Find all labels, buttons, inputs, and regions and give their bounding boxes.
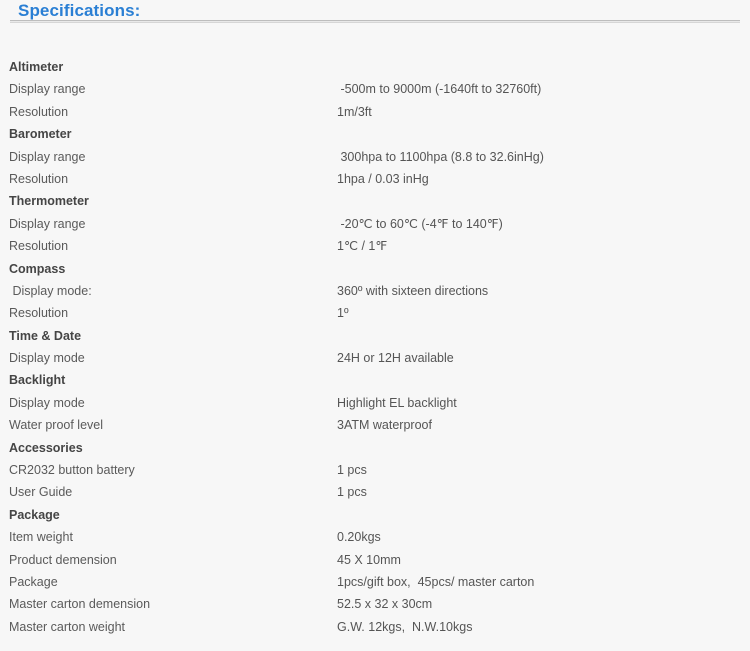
page-title: Specifications:: [18, 1, 141, 20]
spec-item-row: Display mode 24H or 12H available: [0, 347, 750, 369]
spec-item-value: 1hpa / 0.03 inHg: [337, 171, 429, 186]
spec-section-label: Time & Date: [9, 328, 82, 343]
spec-section-label: Barometer: [9, 127, 72, 142]
specifications-table: Altimeter Display range -500m to 9000m (-…: [0, 56, 750, 638]
spec-item-row: Display range 300hpa to 1100hpa (8.8 to …: [0, 146, 750, 168]
spec-item-value: 360º with sixteen directions: [337, 283, 489, 298]
spec-item-label: Display range: [9, 149, 86, 164]
spec-item-value: 1℃ / 1℉: [337, 239, 388, 254]
spec-item-label: Resolution: [9, 239, 69, 254]
spec-item-label: Display range: [9, 82, 86, 97]
spec-item-value: -500m to 9000m (-1640ft to 32760ft): [337, 82, 542, 97]
spec-section-label: Backlight: [9, 373, 66, 388]
spec-item-value: 1º: [337, 306, 349, 321]
spec-section-row: Thermometer: [0, 190, 750, 212]
spec-section-row: Barometer: [0, 123, 750, 145]
spec-item-label: Package: [9, 574, 58, 589]
spec-item-value: 1 pcs: [337, 485, 367, 500]
spec-item-row: Product demension 45 X 10mm: [0, 549, 750, 571]
spec-item-row: Display range -20℃ to 60℃ (-4℉ to 140℉): [0, 213, 750, 235]
spec-item-value: 3ATM waterproof: [337, 418, 432, 433]
spec-item-row: Water proof level 3ATM waterproof: [0, 414, 750, 436]
spec-item-label: Resolution: [9, 104, 69, 119]
spec-item-row: Resolution 1hpa / 0.03 inHg: [0, 168, 750, 190]
spec-section-label: Altimeter: [9, 60, 64, 74]
spec-item-label: Display mode:: [9, 283, 92, 298]
spec-section-label: Package: [9, 507, 60, 522]
spec-item-row: Resolution 1m/3ft: [0, 101, 750, 123]
spec-section-row: Backlight: [0, 369, 750, 391]
spec-item-value: 52.5 x 32 x 30cm: [337, 597, 433, 612]
spec-section-row: Package: [0, 504, 750, 526]
spec-item-label: Resolution: [9, 171, 69, 186]
spec-item-row: Resolution 1º: [0, 302, 750, 324]
spec-item-label: Display range: [9, 216, 86, 231]
spec-item-label: Display mode: [9, 351, 85, 366]
spec-item-row: Display mode: 360º with sixteen direction…: [0, 280, 750, 302]
spec-item-value: -20℃ to 60℃ (-4℉ to 140℉): [337, 216, 503, 231]
spec-item-value: 45 X 10mm: [337, 552, 401, 567]
spec-item-label: Master carton demension: [9, 597, 151, 612]
spec-item-value: 1pcs/gift box, 45pcs/ master carton: [337, 574, 535, 589]
spec-item-label: CR2032 button battery: [9, 463, 135, 478]
spec-item-row: Master carton demension 52.5 x 32 x 30cm: [0, 593, 750, 615]
spec-item-label: Master carton weight: [9, 619, 126, 634]
spec-item-value: 1m/3ft: [337, 104, 372, 119]
spec-item-row: Master carton weight G.W. 12kgs, N.W.10kg…: [0, 616, 750, 638]
spec-item-value: 24H or 12H available: [337, 351, 454, 366]
spec-item-label: Resolution: [9, 306, 69, 321]
specifications-page: Specifications: Altimeter Display range -…: [0, 0, 750, 651]
spec-section-label: Compass: [9, 261, 66, 276]
spec-item-row: Display mode Highlight EL backlight: [0, 392, 750, 414]
spec-item-row: CR2032 button battery 1 pcs: [0, 459, 750, 481]
spec-item-row: Item weight 0.20kgs: [0, 526, 750, 548]
header-divider: [10, 20, 740, 23]
spec-item-row: Display range -500m to 9000m (-1640ft to…: [0, 78, 750, 100]
spec-section-row: Time & Date: [0, 325, 750, 347]
spec-item-value: G.W. 12kgs, N.W.10kgs: [337, 619, 473, 634]
spec-section-row: Compass: [0, 258, 750, 280]
spec-section-row: Accessories: [0, 437, 750, 459]
spec-section-label: Thermometer: [9, 194, 89, 209]
spec-item-label: Display mode: [9, 395, 85, 410]
spec-section-row: Altimeter: [0, 56, 750, 78]
spec-item-row: User Guide 1 pcs: [0, 481, 750, 503]
spec-item-label: Water proof level: [9, 418, 104, 433]
spec-item-row: Resolution 1℃ / 1℉: [0, 235, 750, 257]
spec-item-label: Item weight: [9, 530, 73, 545]
spec-item-value: 0.20kgs: [337, 530, 381, 545]
spec-item-value: 300hpa to 1100hpa (8.8 to 32.6inHg): [337, 149, 544, 164]
spec-item-label: Product demension: [9, 552, 117, 567]
spec-item-value: 1 pcs: [337, 463, 367, 478]
spec-item-value: Highlight EL backlight: [337, 395, 457, 410]
spec-item-row: Package 1pcs/gift box, 45pcs/ master cart…: [0, 571, 750, 593]
spec-section-label: Accessories: [9, 440, 83, 455]
spec-item-label: User Guide: [9, 485, 73, 500]
